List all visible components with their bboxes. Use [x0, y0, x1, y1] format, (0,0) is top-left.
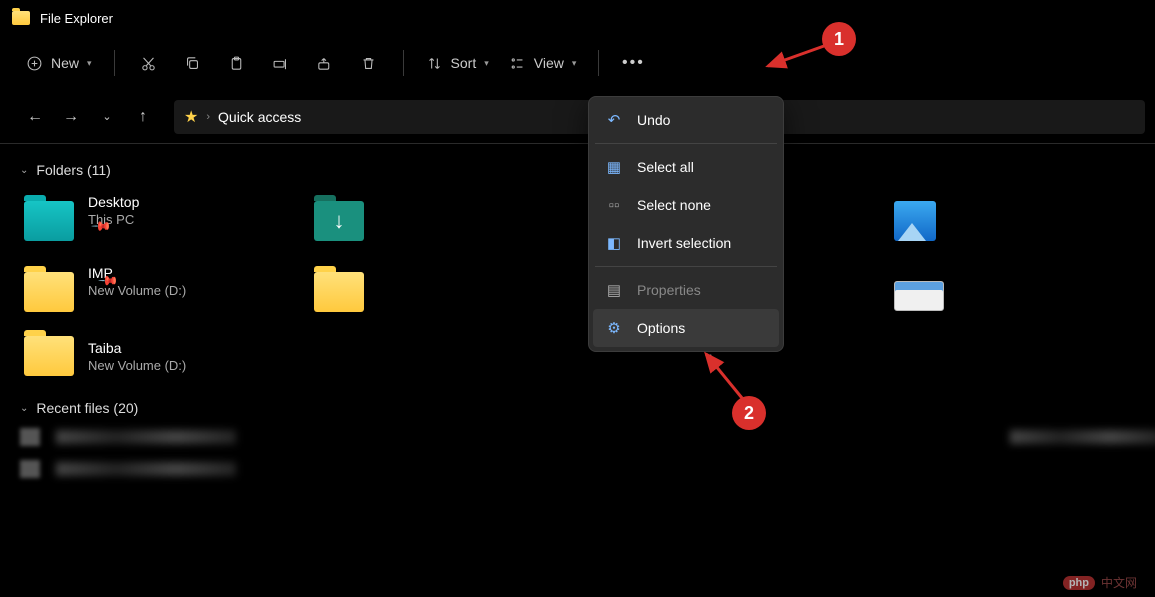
drive-icon [894, 281, 944, 311]
recent-files-section-header[interactable]: ⌄ Recent files (20) [20, 400, 1155, 416]
annotation-2: 2 [732, 396, 766, 430]
more-button[interactable]: ••• [613, 44, 653, 82]
recent-locations-button[interactable]: ⌄ [90, 100, 124, 134]
folder-icon [314, 272, 364, 312]
ctx-options[interactable]: ⚙Options [593, 309, 779, 347]
folder-icon [24, 272, 74, 312]
sort-button[interactable]: Sort ▾ [418, 44, 497, 82]
folder-item-pictures[interactable] [890, 190, 1155, 251]
ctx-properties: ▤Properties [593, 271, 779, 309]
view-label: View [534, 55, 564, 71]
invert-icon: ◧ [605, 234, 623, 252]
delete-button[interactable] [349, 44, 389, 82]
context-menu: ↶Undo ▦Select all ▫▫Select none ◧Invert … [588, 96, 784, 352]
annotation-arrow-2 [700, 348, 750, 403]
file-meta-blurred [1010, 430, 1155, 444]
folder-item-downloads[interactable] [310, 190, 590, 251]
sort-label: Sort [451, 55, 477, 71]
separator [595, 266, 777, 267]
navbar: ← → ⌄ ↑ ★ › Quick access [0, 90, 1155, 144]
watermark-text: 中文网 [1101, 574, 1137, 591]
content-pane: ⌄ Folders (11) DesktopThis PC📌 Documents… [0, 144, 1155, 597]
share-button[interactable] [305, 44, 345, 82]
separator [595, 143, 777, 144]
chevron-down-icon: ▾ [87, 58, 92, 69]
app-icon [12, 11, 30, 25]
breadcrumb[interactable]: Quick access [218, 109, 301, 125]
folder-item-hidden[interactable] [310, 261, 590, 322]
recent-file-row[interactable] [20, 428, 1155, 446]
recent-header-label: Recent files (20) [36, 400, 138, 416]
folder-icon [24, 201, 74, 241]
annotation-1: 1 [822, 22, 856, 56]
toolbar: New ▾ Sort ▾ View ▾ ••• [0, 36, 1155, 90]
star-icon: ★ [184, 107, 198, 127]
chevron-down-icon: ▾ [572, 58, 577, 69]
watermark-badge: php [1063, 576, 1095, 590]
chevron-right-icon: › [206, 111, 210, 123]
titlebar: File Explorer [0, 0, 1155, 36]
folder-icon [24, 336, 74, 376]
recent-file-row[interactable] [20, 460, 1155, 478]
chevron-down-icon: ⌄ [20, 403, 28, 414]
download-folder-icon [314, 201, 364, 241]
separator [598, 50, 599, 76]
forward-button[interactable]: → [54, 100, 88, 134]
pictures-folder-icon [894, 201, 936, 241]
file-icon [20, 460, 40, 478]
folder-item-imp[interactable]: IMPNew Volume (D:)📌 [20, 261, 300, 322]
select-none-icon: ▫▫ [605, 197, 623, 214]
up-button[interactable]: ↑ [126, 100, 160, 134]
folders-header-label: Folders (11) [36, 162, 110, 178]
annotation-arrow-1 [762, 44, 832, 74]
options-icon: ⚙ [605, 319, 623, 337]
undo-icon: ↶ [605, 111, 623, 129]
view-button[interactable]: View ▾ [501, 44, 585, 82]
select-all-icon: ▦ [605, 158, 623, 176]
folder-item-desktop[interactable]: DesktopThis PC📌 [20, 190, 300, 251]
chevron-down-icon: ⌄ [20, 165, 28, 176]
ctx-select-none[interactable]: ▫▫Select none [593, 186, 779, 224]
separator [403, 50, 404, 76]
back-button[interactable]: ← [18, 100, 52, 134]
separator [114, 50, 115, 76]
file-name-blurred [56, 430, 236, 444]
ctx-undo[interactable]: ↶Undo [593, 101, 779, 139]
window-title: File Explorer [40, 11, 113, 26]
paste-button[interactable] [217, 44, 257, 82]
chevron-down-icon: ▾ [484, 58, 489, 69]
ctx-select-all[interactable]: ▦Select all [593, 148, 779, 186]
rename-button[interactable] [261, 44, 301, 82]
properties-icon: ▤ [605, 281, 623, 299]
new-button[interactable]: New ▾ [18, 44, 100, 82]
folder-item-drive[interactable] [890, 261, 1155, 322]
watermark: php 中文网 [1063, 574, 1137, 591]
cut-button[interactable] [129, 44, 169, 82]
copy-button[interactable] [173, 44, 213, 82]
new-label: New [51, 55, 79, 71]
ctx-invert-selection[interactable]: ◧Invert selection [593, 224, 779, 262]
file-icon [20, 428, 40, 446]
file-name-blurred [56, 462, 236, 476]
